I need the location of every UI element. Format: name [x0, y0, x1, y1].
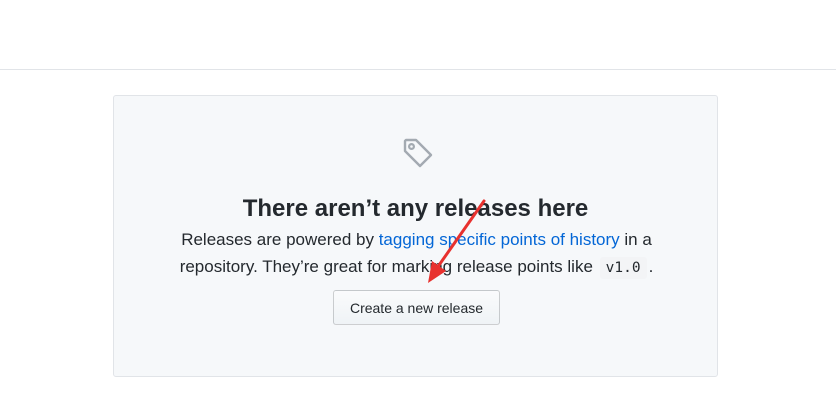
releases-empty-state: There aren’t any releases here Releases …: [113, 95, 718, 377]
header-divider: [0, 69, 836, 70]
empty-state-description: Releases are powered by tagging specific…: [154, 226, 679, 282]
tag-icon: [403, 138, 433, 168]
tagging-history-link[interactable]: tagging specific points of history: [379, 230, 620, 249]
description-text-start: Releases are powered by: [181, 230, 379, 249]
description-text-end: .: [648, 257, 654, 276]
empty-state-title: There aren’t any releases here: [242, 195, 589, 222]
create-release-button[interactable]: Create a new release: [333, 290, 500, 325]
version-code-example: v1.0: [599, 257, 647, 279]
